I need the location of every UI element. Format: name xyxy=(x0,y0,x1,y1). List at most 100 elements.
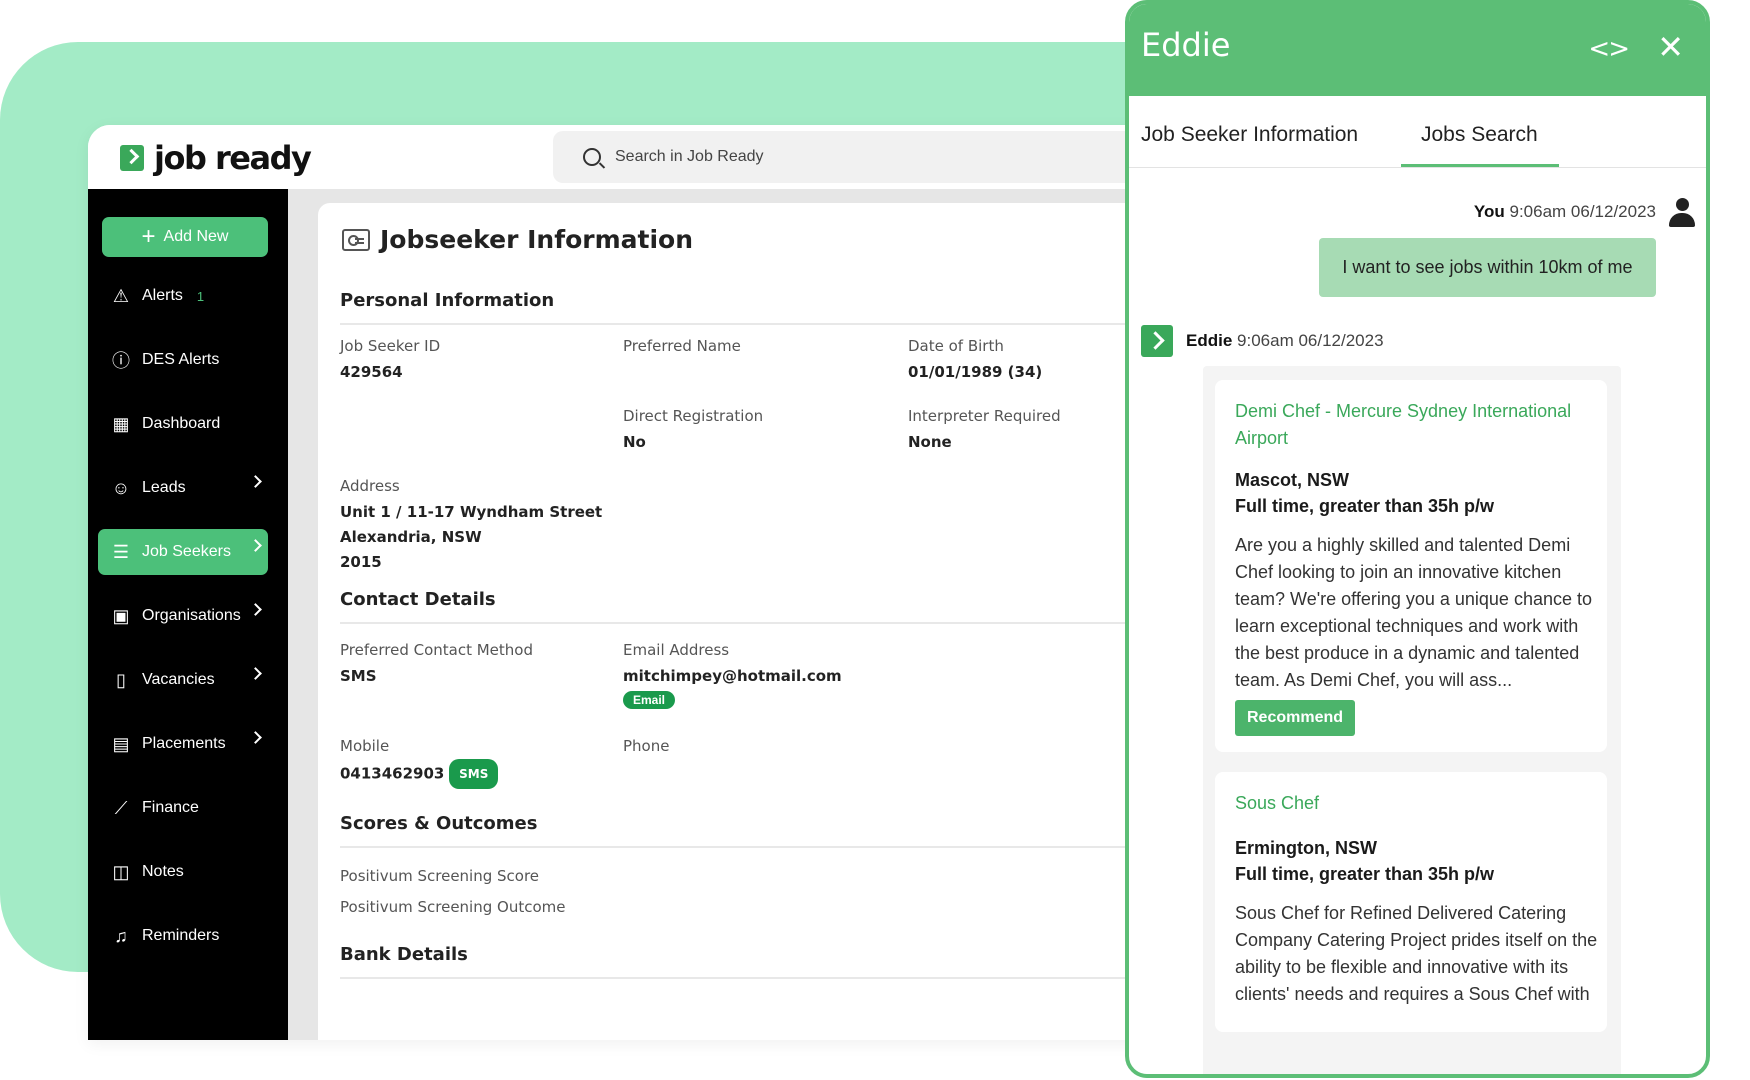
divider xyxy=(340,846,1178,848)
sidebar-item-des-alerts[interactable]: ⓘ DES Alerts xyxy=(98,337,268,383)
direct-registration-value: No xyxy=(623,433,646,451)
search-bar[interactable]: Search in Job Ready xyxy=(553,131,1178,183)
divider xyxy=(340,977,1178,979)
search-icon xyxy=(583,148,601,166)
contact-method-value: SMS xyxy=(340,667,377,685)
document-icon: ▯ xyxy=(116,669,126,690)
sidebar-item-alerts[interactable]: ⚠ Alerts 1 xyxy=(98,273,268,319)
bell-icon: ♫ xyxy=(114,925,128,946)
user-timestamp: 9:06am 06/12/2023 xyxy=(1509,202,1656,221)
sidebar-item-label: Dashboard xyxy=(142,415,221,432)
dob-value: 01/01/1989 (34) xyxy=(908,363,1043,381)
chevron-right-icon xyxy=(249,539,262,552)
sidebar-item-dashboard[interactable]: ▦ Dashboard xyxy=(98,401,268,447)
chevron-right-icon xyxy=(249,731,262,744)
sidebar-item-label: Notes xyxy=(142,863,184,880)
job-location: Ermington, NSW xyxy=(1235,838,1377,858)
sidebar-item-label: Vacancies xyxy=(142,671,215,688)
interpreter-label: Interpreter Required xyxy=(908,407,1061,425)
address-line3: 2015 xyxy=(340,553,382,571)
sidebar-item-vacancies[interactable]: ▯ Vacancies xyxy=(98,657,268,703)
job-title-link[interactable]: Demi Chef - Mercure Sydney International… xyxy=(1235,398,1585,452)
sidebar-item-reminders[interactable]: ♫ Reminders xyxy=(98,913,268,959)
sidebar-item-organisations[interactable]: ▣ Organisations xyxy=(98,593,268,639)
grid-icon: ▦ xyxy=(112,413,130,434)
screening-outcome-label: Positivum Screening Outcome xyxy=(340,898,566,916)
add-new-button[interactable]: + Add New xyxy=(102,217,268,257)
recommend-button[interactable]: Recommend xyxy=(1235,700,1356,736)
section-scores-outcomes: Scores & Outcomes xyxy=(340,813,538,834)
job-description: Are you a highly skilled and talented De… xyxy=(1235,535,1593,690)
chat-area: You 9:06am 06/12/2023 I want to see jobs… xyxy=(1129,168,1706,1074)
eddie-tabs: Job Seeker Information Jobs Search xyxy=(1129,96,1706,168)
job-seeker-id-label: Job Seeker ID xyxy=(340,337,441,355)
sidebar: + Add New ⚠ Alerts 1 ⓘ DES Alerts ▦ Dash… xyxy=(88,189,288,1040)
user-message-bubble: I want to see jobs within 10km of me xyxy=(1319,238,1656,297)
logo-mark-icon xyxy=(120,145,144,171)
logo-text: job ready xyxy=(154,139,312,177)
tab-jobs-search[interactable]: Jobs Search xyxy=(1421,123,1538,147)
job-card: Sous Chef Ermington, NSW Full time, grea… xyxy=(1215,772,1607,1032)
building-icon: ▣ xyxy=(112,605,130,626)
app-window: job ready Search in Job Ready + Add New … xyxy=(88,125,1178,1040)
logo[interactable]: job ready xyxy=(120,139,312,177)
address-label: Address xyxy=(340,477,400,495)
section-personal-information: Personal Information xyxy=(340,290,555,311)
job-title-link[interactable]: Sous Chef xyxy=(1235,790,1585,817)
jobseeker-card: Jobseeker Information Personal Informati… xyxy=(318,203,1178,1040)
users-list-icon: ☰ xyxy=(112,541,130,562)
email-badge: Email xyxy=(623,691,676,709)
chevron-right-icon xyxy=(249,475,262,488)
phone-label: Phone xyxy=(623,737,670,755)
sidebar-item-finance[interactable]: ⟋ Finance xyxy=(98,785,268,831)
screening-score-label: Positivum Screening Score xyxy=(340,867,540,885)
job-card: Demi Chef - Mercure Sydney International… xyxy=(1215,380,1607,752)
sidebar-item-label: Reminders xyxy=(142,927,220,944)
job-results-list: Demi Chef - Mercure Sydney International… xyxy=(1203,366,1621,1074)
chart-icon: ⟋ xyxy=(114,797,128,818)
preferred-name-label: Preferred Name xyxy=(623,337,741,355)
job-location: Mascot, NSW xyxy=(1235,470,1350,490)
clipboard-icon: ▤ xyxy=(112,733,130,754)
tab-job-seeker-information[interactable]: Job Seeker Information xyxy=(1141,123,1358,147)
add-new-label: Add New xyxy=(163,228,229,245)
divider xyxy=(340,323,1178,325)
search-input[interactable]: Search in Job Ready xyxy=(615,148,764,166)
sidebar-item-notes[interactable]: ◫ Notes xyxy=(98,849,268,895)
address-line1: Unit 1 / 11-17 Wyndham Street xyxy=(340,503,603,521)
page-header: Jobseeker Information xyxy=(342,225,693,254)
sidebar-item-placements[interactable]: ▤ Placements xyxy=(98,721,268,767)
chevron-right-icon xyxy=(249,603,262,616)
email-badge-wrap: Email xyxy=(623,691,676,709)
sidebar-item-label: Job Seekers xyxy=(142,543,231,560)
close-icon[interactable]: ✕ xyxy=(1657,28,1684,66)
interpreter-value: None xyxy=(908,433,952,451)
bot-message-meta: Eddie 9:06am 06/12/2023 xyxy=(1186,331,1384,351)
direct-registration-label: Direct Registration xyxy=(623,407,764,425)
top-bar: job ready Search in Job Ready xyxy=(88,125,1178,189)
sidebar-item-label: Organisations xyxy=(142,607,241,624)
mobile-label: Mobile xyxy=(340,737,390,755)
bot-timestamp: 9:06am 06/12/2023 xyxy=(1237,331,1384,350)
mobile-value[interactable]: 0413462903 xyxy=(340,765,444,783)
eddie-avatar-icon xyxy=(1141,325,1173,357)
book-icon: ◫ xyxy=(112,861,130,882)
sidebar-item-leads[interactable]: ☺ Leads xyxy=(98,465,268,511)
user-avatar-icon xyxy=(1668,198,1696,228)
sidebar-item-label: DES Alerts xyxy=(142,351,220,368)
sms-badge: SMS xyxy=(449,759,499,789)
expand-icon[interactable]: <> xyxy=(1588,34,1630,64)
info-circle-icon: ⓘ xyxy=(112,351,130,371)
user-name: You xyxy=(1473,202,1505,221)
warning-icon: ⚠ xyxy=(112,285,130,306)
section-contact-details: Contact Details xyxy=(340,589,496,610)
alert-count-badge: 1 xyxy=(196,288,205,304)
email-value[interactable]: mitchimpey@hotmail.com xyxy=(623,663,842,689)
sidebar-item-job-seekers[interactable]: ☰ Job Seekers xyxy=(98,529,268,575)
job-type: Full time, greater than 35h p/w xyxy=(1235,864,1495,884)
address-line2: Alexandria, NSW xyxy=(340,528,482,546)
plus-icon: + xyxy=(141,223,156,250)
email-label: Email Address xyxy=(623,641,730,659)
user-plus-icon: ☺ xyxy=(111,477,131,498)
active-tab-indicator xyxy=(1401,164,1559,167)
